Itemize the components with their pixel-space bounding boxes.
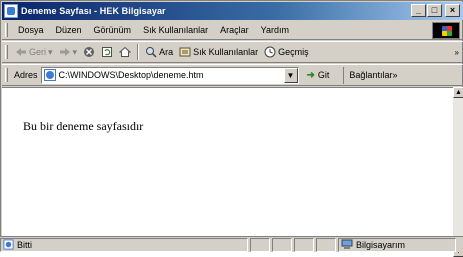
address-dropdown-icon[interactable]: ▼ [283, 67, 298, 83]
back-arrow-icon [16, 48, 26, 56]
menu-tools[interactable]: Araçlar [214, 25, 255, 35]
back-label: Geri [29, 47, 47, 57]
status-cell-4 [316, 237, 336, 252]
menu-file[interactable]: Dosya [12, 25, 50, 35]
vertical-scrollbar[interactable]: ▲ ▼ [453, 87, 463, 257]
close-button[interactable]: × [445, 4, 460, 17]
menu-favorites[interactable]: Sık Kullanılanlar [137, 25, 214, 35]
standard-toolbar: Geri ▾ ▾ Ara Sık Kullanılanlar Geçmiş » [2, 41, 463, 63]
links-overflow-icon[interactable]: » [392, 70, 397, 80]
window-title: Deneme Sayfası - HEK Bilgisayar [21, 6, 166, 16]
address-bar: Adres C:\WINDOWS\Desktop\deneme.htm ▼ ➜ … [2, 64, 463, 86]
menu-grip[interactable] [5, 23, 8, 37]
status-text: Bitti [17, 239, 33, 250]
search-icon [146, 47, 157, 58]
status-cell-3 [294, 237, 314, 252]
window-controls: _ □ × [411, 4, 460, 17]
go-label: Git [317, 70, 330, 80]
toolbar-overflow-icon[interactable]: » [455, 48, 459, 57]
address-grip[interactable] [5, 68, 8, 82]
history-icon [264, 46, 276, 58]
address-label: Adres [14, 70, 38, 80]
menu-edit[interactable]: Düzen [50, 25, 88, 35]
history-button[interactable]: Geçmiş [261, 42, 312, 62]
search-button[interactable]: Ara [142, 42, 176, 62]
address-value[interactable]: C:\WINDOWS\Desktop\deneme.htm [59, 70, 204, 80]
back-dropdown-icon[interactable]: ▾ [48, 47, 53, 58]
title-bar[interactable]: Deneme Sayfası - HEK Bilgisayar _ □ × [2, 2, 463, 20]
status-page-icon [3, 239, 14, 250]
status-main: Bitti [0, 237, 248, 252]
maximize-button[interactable]: □ [427, 4, 442, 17]
page-body-text: Bu bir deneme sayfasıdır [23, 119, 144, 133]
stop-button[interactable] [80, 42, 98, 62]
browser-window: Deneme Sayfası - HEK Bilgisayar _ □ × Do… [0, 0, 463, 257]
menu-help[interactable]: Yardım [255, 25, 295, 35]
zone-text: Bilgisayarım [356, 239, 406, 250]
menu-view[interactable]: Görünüm [88, 25, 138, 35]
home-button[interactable] [116, 42, 134, 62]
search-label: Ara [159, 47, 174, 57]
address-field[interactable]: C:\WINDOWS\Desktop\deneme.htm ▼ [40, 66, 299, 84]
stop-icon [84, 47, 95, 57]
refresh-icon [102, 47, 113, 57]
go-button[interactable]: ➜ Git [307, 70, 330, 81]
links-toolbar[interactable]: Bağlantılar » [343, 66, 397, 84]
my-computer-icon [341, 239, 353, 249]
page-content: Bu bir deneme sayfasıdır [2, 87, 453, 257]
refresh-button[interactable] [98, 42, 116, 62]
toolbar-grip[interactable] [5, 45, 8, 59]
back-button[interactable]: Geri ▾ [12, 42, 56, 62]
page-icon [43, 69, 56, 81]
go-arrow-icon: ➜ [306, 69, 315, 81]
scroll-up-icon[interactable]: ▲ [453, 87, 463, 98]
favorites-label: Sık Kullanılanlar [193, 47, 259, 57]
windows-logo-icon [432, 22, 460, 39]
status-bar: Bitti Bilgisayarım [0, 236, 463, 252]
links-label: Bağlantılar [349, 70, 393, 80]
status-cell-1 [250, 237, 270, 252]
status-zone: Bilgisayarım [338, 237, 456, 252]
ie-page-icon [4, 4, 18, 18]
menu-bar: Dosya Düzen Görünüm Sık Kullanılanlar Ar… [2, 21, 463, 40]
status-cell-2 [272, 237, 292, 252]
forward-arrow-icon [59, 48, 70, 56]
forward-button[interactable]: ▾ [56, 42, 81, 62]
history-label: Geçmiş [278, 47, 309, 57]
home-icon [119, 46, 132, 57]
favorites-icon [179, 47, 191, 57]
forward-dropdown-icon[interactable]: ▾ [73, 47, 78, 58]
toolbar-separator [137, 44, 140, 60]
favorites-button[interactable]: Sık Kullanılanlar [176, 42, 261, 62]
minimize-button[interactable]: _ [411, 4, 426, 17]
